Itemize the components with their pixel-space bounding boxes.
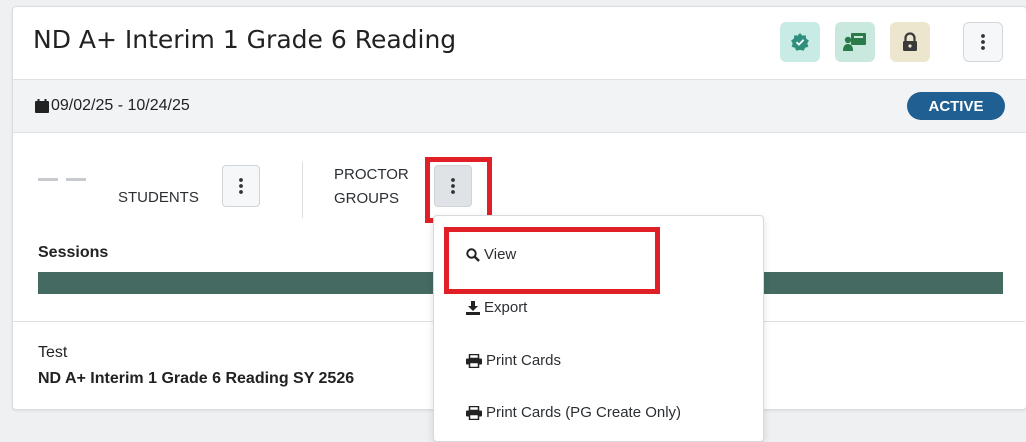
test-label: Test [38, 344, 68, 361]
lock-icon [903, 32, 917, 51]
menu-item-print-cards[interactable]: Print Cards [466, 352, 561, 369]
menu-item-export-label: Export [484, 299, 528, 316]
test-name: ND A+ Interim 1 Grade 6 Reading SY 2526 [38, 370, 355, 387]
proctor-label-line2: GROUPS [334, 190, 400, 207]
more-vertical-icon [981, 34, 985, 50]
download-icon [466, 300, 480, 315]
verified-badge-icon [791, 33, 809, 51]
verified-badge-button[interactable] [780, 22, 820, 62]
menu-item-print-cards-pg-label: Print Cards (PG Create Only) [486, 404, 682, 421]
card-header: ND A+ Interim 1 Grade 6 Reading [13, 7, 1026, 80]
sessions-label: Sessions [38, 244, 109, 261]
highlight-box-proctor-menu [425, 157, 492, 223]
more-vertical-icon [239, 178, 243, 194]
students-menu-button[interactable] [222, 165, 260, 207]
proctor-groups-label: PROCTOR GROUPS [334, 165, 409, 209]
highlight-box-view [444, 227, 660, 294]
lock-button[interactable] [890, 22, 930, 62]
stats-divider [302, 162, 303, 218]
students-label: STUDENTS [118, 189, 199, 206]
header-more-button[interactable] [963, 22, 1003, 62]
page-title: ND A+ Interim 1 Grade 6 Reading [33, 25, 457, 54]
calendar-icon [35, 99, 49, 113]
menu-item-export[interactable]: Export [466, 299, 527, 316]
students-dash-2 [66, 178, 86, 181]
date-range: 09/02/25 - 10/24/25 [35, 97, 190, 115]
status-badge: ACTIVE [907, 92, 1005, 120]
classroom-icon [843, 33, 866, 51]
print-icon [466, 405, 482, 420]
date-range-text: 09/02/25 - 10/24/25 [51, 97, 190, 114]
classroom-button[interactable] [835, 22, 875, 62]
menu-item-print-cards-pg[interactable]: Print Cards (PG Create Only) [466, 404, 681, 421]
print-icon [466, 353, 482, 368]
students-dash-1 [38, 178, 58, 181]
proctor-label-line1: PROCTOR [334, 166, 409, 183]
menu-item-print-cards-label: Print Cards [486, 352, 562, 369]
date-row: 09/02/25 - 10/24/25 ACTIVE [13, 80, 1026, 133]
